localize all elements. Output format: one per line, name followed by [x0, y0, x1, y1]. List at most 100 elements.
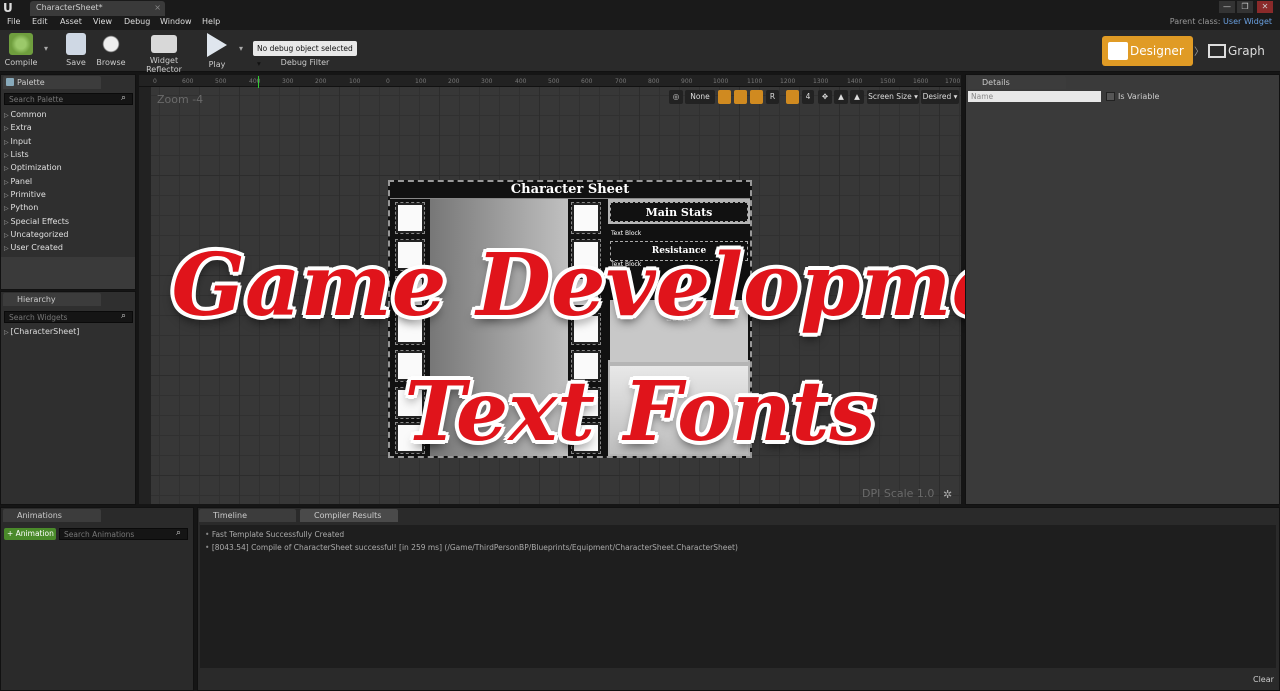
unreal-logo-icon: U: [3, 1, 13, 15]
save-button[interactable]: Save: [62, 33, 90, 67]
landscape-icon[interactable]: ▲: [834, 90, 848, 104]
palette-search-input[interactable]: Search Palette: [4, 93, 133, 105]
palette-category-extra[interactable]: Extra: [4, 123, 32, 132]
ruler-tick: 300: [481, 78, 493, 85]
parent-class-value[interactable]: User Widget: [1223, 17, 1272, 26]
ruler-cursor-marker: [258, 76, 259, 88]
browse-button[interactable]: Browse: [95, 33, 127, 67]
ruler-tick: 100: [349, 78, 361, 85]
palette-tab[interactable]: Palette: [3, 76, 101, 89]
parent-class: Parent class: User Widget: [1170, 17, 1272, 26]
ruler-tick: 1000: [713, 78, 729, 85]
grid-size-value[interactable]: 4: [802, 90, 814, 104]
palette-category-optimization[interactable]: Optimization: [4, 163, 62, 172]
ruler-tick: 500: [548, 78, 560, 85]
equipment-slot[interactable]: [395, 202, 425, 234]
ruler-tick: 1400: [847, 78, 863, 85]
ruler-tick: 600: [182, 78, 194, 85]
screen-size-dropdown[interactable]: Screen Size ▾: [867, 90, 919, 104]
animations-tab[interactable]: Animations: [3, 509, 101, 522]
ruler-tick: 400: [515, 78, 527, 85]
log-line: Fast Template Successfully Created: [205, 530, 344, 539]
ruler-tick: 600: [581, 78, 593, 85]
mode-separator: 〉: [1194, 47, 1204, 58]
cross-move-icon[interactable]: ✥: [818, 90, 832, 104]
character-sheet-title: Character Sheet: [510, 182, 630, 197]
palette-search-icon: ⌕: [121, 93, 127, 103]
clear-log-button[interactable]: Clear: [1253, 675, 1274, 684]
menu-debug[interactable]: Debug: [124, 17, 150, 26]
compile-button[interactable]: Compile: [4, 33, 38, 67]
palette-category-common[interactable]: Common: [4, 110, 47, 119]
lock-icon[interactable]: [734, 90, 747, 104]
ruler-tick: 900: [681, 78, 693, 85]
main-stats-header: Main Stats: [610, 202, 748, 222]
animations-search-input[interactable]: Search Animations: [59, 528, 188, 540]
debug-object-select[interactable]: No debug object selected ▾: [253, 41, 357, 68]
document-tab[interactable]: CharacterSheet* ×: [30, 1, 165, 16]
maximize-button[interactable]: ❐: [1237, 1, 1253, 13]
expand-icon[interactable]: ▲: [850, 90, 864, 104]
menu-bar: File Edit Asset View Debug Window Help P…: [0, 16, 1280, 30]
log-line: [8043.54] Compile of CharacterSheet succ…: [205, 543, 738, 552]
compile-dropdown-icon[interactable]: ▾: [44, 44, 48, 53]
palette-category-special-effects[interactable]: Special Effects: [4, 217, 70, 226]
ruler-tick: 0: [153, 78, 157, 85]
menu-help[interactable]: Help: [202, 17, 220, 26]
close-tab-icon[interactable]: ×: [154, 1, 161, 15]
menu-edit[interactable]: Edit: [32, 17, 48, 26]
menu-file[interactable]: File: [7, 17, 20, 26]
palette-category-python[interactable]: Python: [4, 203, 39, 212]
save-disk-icon: [66, 33, 86, 55]
dpi-settings-gear-icon[interactable]: ✲: [943, 488, 952, 501]
add-animation-button[interactable]: + Animation: [4, 528, 56, 540]
timeline-tab[interactable]: Timeline: [199, 509, 296, 522]
localization-globe-icon[interactable]: ◎: [669, 90, 683, 104]
compiler-results-tab[interactable]: Compiler Results: [300, 509, 398, 522]
details-tab[interactable]: Details: [968, 76, 1066, 89]
graph-icon: [1208, 44, 1226, 58]
title-bar: [0, 0, 1280, 16]
outline-toggle-icon[interactable]: [718, 90, 731, 104]
widget-reflector-label: Widget Reflector: [146, 56, 182, 74]
play-icon: [207, 33, 227, 57]
reflector-icon: [151, 35, 177, 53]
widget-reflector-button[interactable]: Widget Reflector: [133, 33, 195, 74]
document-tab-label: CharacterSheet*: [36, 3, 103, 12]
ruler-tick: 1700: [945, 78, 961, 85]
equipment-slot[interactable]: [571, 202, 601, 234]
dpi-scale: DPI Scale 1.0: [862, 487, 935, 500]
menu-asset[interactable]: Asset: [60, 17, 82, 26]
ruler-tick: 1200: [780, 78, 796, 85]
layout-toggle-icon[interactable]: [750, 90, 763, 104]
culture-preview-none[interactable]: None: [685, 90, 715, 104]
palette-category-lists[interactable]: Lists: [4, 150, 29, 159]
menu-window[interactable]: Window: [160, 17, 192, 26]
ruler-tick: 1100: [747, 78, 763, 85]
ruler-tick: 800: [648, 78, 660, 85]
respect-locks-button[interactable]: R: [766, 90, 779, 104]
window-close-button[interactable]: ✕: [1257, 1, 1273, 13]
palette-category-input[interactable]: Input: [4, 137, 32, 146]
ruler-tick: 700: [615, 78, 627, 85]
designer-icon: [1108, 42, 1128, 60]
ruler-tick: 1600: [913, 78, 929, 85]
compile-label: Compile: [4, 58, 38, 67]
ruler-tick: 500: [215, 78, 227, 85]
zoom-level: Zoom -4: [157, 93, 204, 106]
grid-snap-icon[interactable]: [786, 90, 799, 104]
widget-name-input[interactable]: Name: [968, 91, 1101, 102]
menu-view[interactable]: View: [93, 17, 112, 26]
palette-category-primitive[interactable]: Primitive: [4, 190, 46, 199]
ruler-tick: 0: [386, 78, 390, 85]
parent-class-label: Parent class:: [1169, 17, 1221, 26]
play-button[interactable]: Play: [203, 33, 231, 69]
magnifier-icon: [100, 33, 122, 55]
minimize-button[interactable]: —: [1219, 1, 1235, 13]
fill-mode-dropdown[interactable]: Desired ▾: [921, 90, 959, 104]
compile-gear-icon: [9, 33, 33, 55]
is-variable-checkbox[interactable]: [1106, 92, 1115, 101]
play-dropdown-icon[interactable]: ▾: [239, 44, 243, 53]
palette-category-panel[interactable]: Panel: [4, 177, 33, 186]
top-ruler: 0 600 500 400 300 200 100 0 100 200 300 …: [139, 75, 961, 87]
